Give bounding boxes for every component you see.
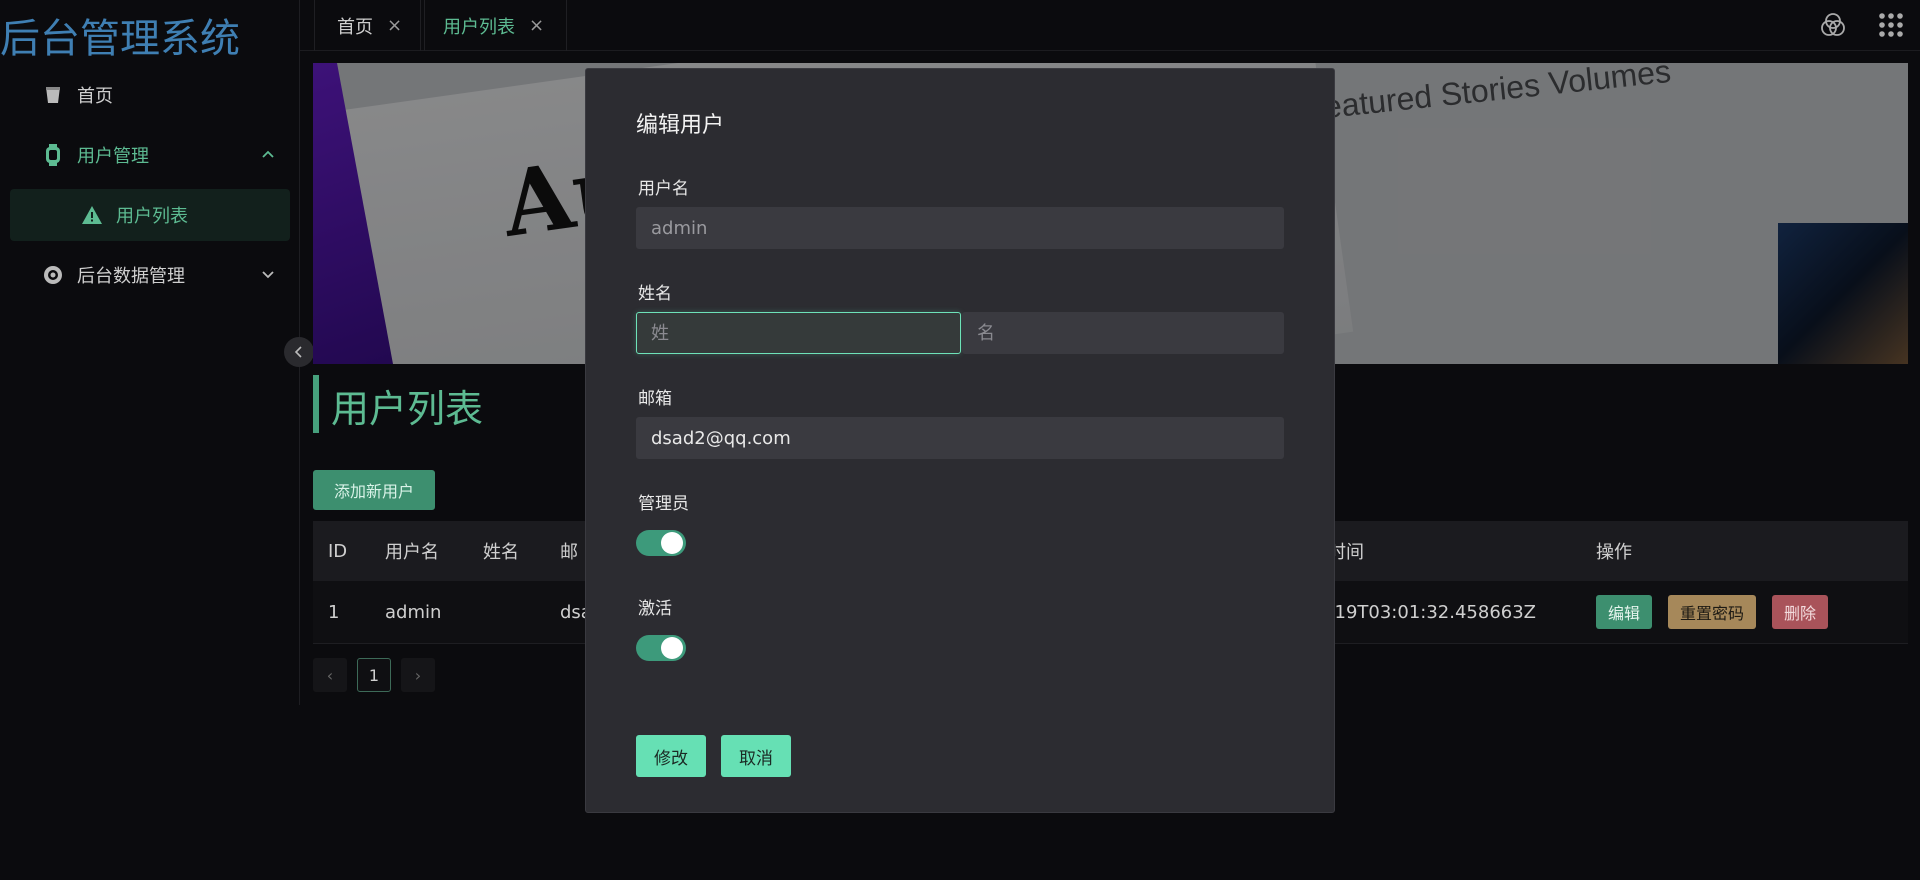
name-label: 姓名	[638, 284, 672, 304]
last-name-input[interactable]	[651, 322, 960, 344]
email-input[interactable]	[651, 427, 1283, 449]
submit-button[interactable]: 修改	[636, 735, 706, 777]
toggle-knob	[661, 637, 683, 659]
username-label: 用户名	[638, 179, 689, 199]
dialog-title: 编辑用户	[636, 113, 725, 138]
email-label: 邮箱	[638, 389, 672, 409]
admin-toggle[interactable]	[636, 530, 686, 556]
first-name-field[interactable]	[962, 312, 1284, 354]
cancel-button[interactable]: 取消	[721, 735, 791, 777]
username-input[interactable]	[651, 217, 1283, 239]
admin-label: 管理员	[638, 494, 689, 514]
first-name-input[interactable]	[977, 322, 1283, 344]
toggle-knob	[661, 532, 683, 554]
active-label: 激活	[638, 599, 672, 619]
username-field[interactable]	[636, 207, 1284, 249]
last-name-field[interactable]	[636, 312, 961, 354]
edit-user-dialog: 编辑用户 用户名 姓名 邮箱 管理员 激活 修改 取消	[585, 68, 1335, 813]
active-toggle[interactable]	[636, 635, 686, 661]
email-field[interactable]	[636, 417, 1284, 459]
